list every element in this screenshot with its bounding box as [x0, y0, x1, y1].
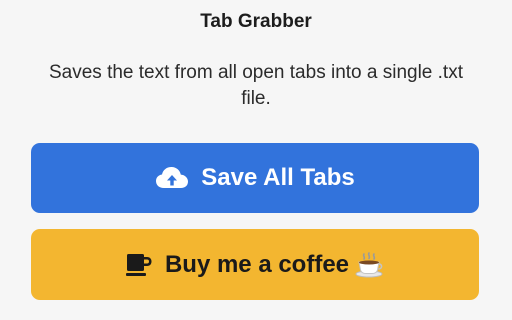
extension-popup: Tab Grabber Saves the text from all open…	[0, 0, 512, 320]
app-title: Tab Grabber	[200, 11, 312, 32]
app-description: Saves the text from all open tabs into a…	[48, 62, 463, 109]
hot-beverage-icon	[355, 251, 385, 278]
buy-me-a-coffee-button[interactable]: Buy me a coffee	[31, 229, 479, 300]
cloud-upload-icon	[155, 166, 189, 190]
save-all-tabs-label: Save All Tabs	[201, 164, 355, 191]
buy-me-a-coffee-label: Buy me a coffee	[164, 250, 350, 278]
coffee-mug-icon	[125, 252, 153, 278]
save-all-tabs-button[interactable]: Save All Tabs	[31, 143, 479, 213]
